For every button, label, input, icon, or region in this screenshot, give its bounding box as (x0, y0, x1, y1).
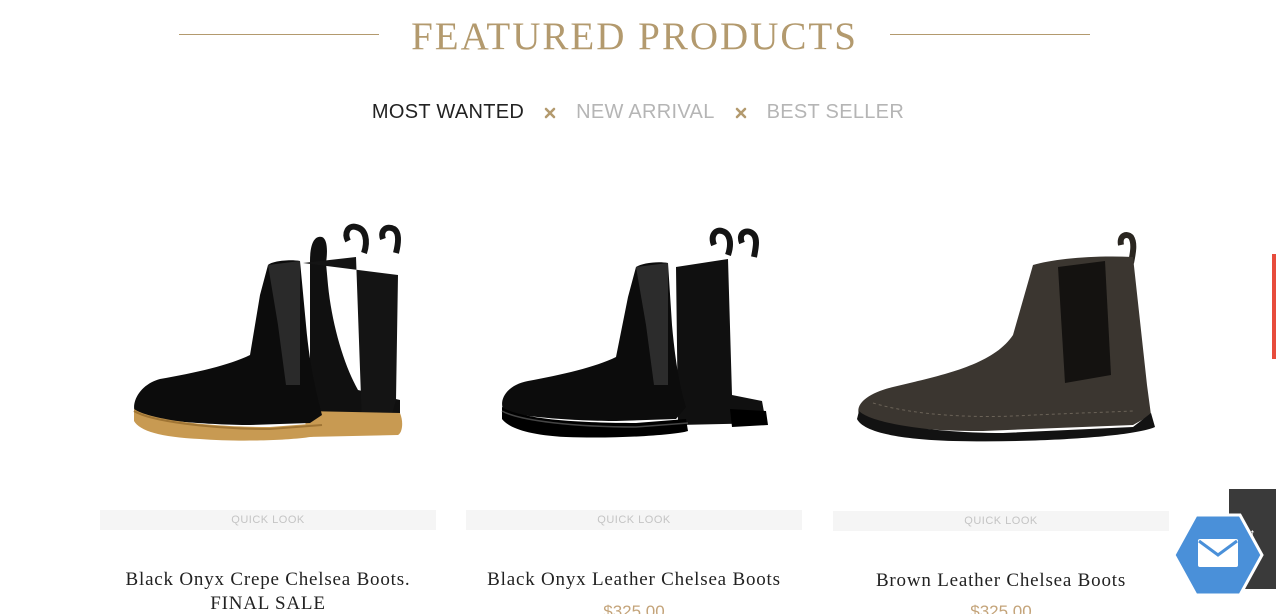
product-name-line-1[interactable]: Black Onyx Crepe Chelsea Boots. (90, 568, 446, 592)
featured-products-header: FEATURED PRODUCTS (0, 10, 1276, 60)
product-name[interactable]: Brown Leather Chelsea Boots (823, 569, 1179, 593)
envelope-icon (1198, 539, 1238, 567)
quick-look-button[interactable]: QUICK LOOK (466, 510, 802, 530)
tab-best-seller[interactable]: BEST SELLER (767, 99, 904, 125)
product-card: QUICK LOOK Black Onyx Crepe Chelsea Boot… (100, 175, 436, 614)
product-name[interactable]: Black Onyx Leather Chelsea Boots (456, 568, 812, 592)
tab-most-wanted[interactable]: MOST WANTED (372, 99, 524, 125)
product-card: QUICK LOOK Brown Leather Chelsea Boots $… (833, 175, 1169, 614)
quick-look-button[interactable]: QUICK LOOK (833, 511, 1169, 531)
product-image-brown-leather-chelsea[interactable] (833, 175, 1169, 505)
product-title[interactable]: Black Onyx Crepe Chelsea Boots. FINAL SA… (90, 568, 446, 614)
tab-new-arrival[interactable]: NEW ARRIVAL (576, 99, 715, 125)
x-mark-icon (735, 99, 747, 125)
product-image-black-crepe-chelsea[interactable] (100, 175, 436, 505)
heading-divider-right (890, 34, 1090, 35)
product-price: $325.00 (970, 602, 1032, 614)
heading-divider-left (179, 34, 379, 35)
product-card: QUICK LOOK Black Onyx Leather Chelsea Bo… (466, 175, 802, 614)
section-title: FEATURED PRODUCTS (411, 15, 858, 58)
x-mark-icon (544, 99, 556, 125)
product-image-black-leather-chelsea[interactable] (466, 175, 802, 505)
product-price: $325.00 (603, 602, 665, 614)
contact-mail-button[interactable] (1172, 513, 1264, 597)
product-filter-tabs: MOST WANTED NEW ARRIVAL BEST SELLER (0, 99, 1276, 127)
scroll-indicator (1272, 254, 1276, 359)
product-name-line-2[interactable]: FINAL SALE (90, 592, 446, 614)
quick-look-button[interactable]: QUICK LOOK (100, 510, 436, 530)
